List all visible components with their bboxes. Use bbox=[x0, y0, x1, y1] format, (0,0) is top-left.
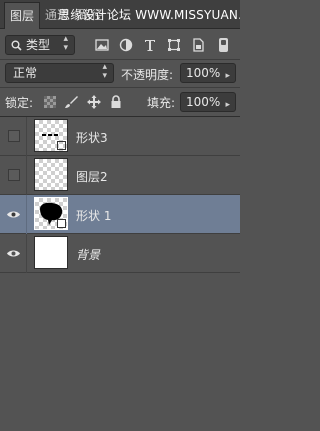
layer-thumbnail bbox=[34, 119, 68, 152]
layer-row-background[interactable]: 背景 bbox=[0, 234, 240, 273]
opacity-label: 不透明度: bbox=[121, 68, 174, 82]
image-filter-icon[interactable] bbox=[94, 37, 110, 53]
layers-empty-area bbox=[0, 275, 240, 431]
filter-kind-dropdown[interactable]: 类型 ▴ ▾ bbox=[5, 35, 75, 55]
visibility-toggle[interactable] bbox=[0, 234, 27, 273]
smartobject-filter-icon[interactable] bbox=[190, 37, 206, 53]
layer-row-shape3[interactable]: 形状3 bbox=[0, 117, 240, 156]
search-icon bbox=[11, 40, 22, 51]
filter-row: 类型 ▴ ▾ bbox=[0, 29, 240, 59]
layer-name: 图层2 bbox=[76, 170, 108, 184]
layer-row-layer2[interactable]: 图层2 bbox=[0, 156, 240, 195]
layer-thumbnail bbox=[34, 236, 68, 269]
adjustment-filter-icon[interactable] bbox=[118, 37, 134, 53]
shape-layer-badge-icon bbox=[57, 219, 66, 228]
shape-filter-icon[interactable] bbox=[166, 37, 182, 53]
watermark-text: 思缘设计论坛 WWW.MISSYUAN.COM bbox=[58, 8, 240, 22]
blend-mode-dropdown[interactable]: 正常 ▴ ▾ bbox=[5, 63, 114, 83]
layer-name: 形状3 bbox=[76, 131, 108, 145]
blend-row: 正常 ▴ ▾ 不透明度: 100% ▸ bbox=[0, 60, 240, 87]
lock-position-move-icon[interactable] bbox=[86, 94, 102, 110]
visibility-toggle[interactable] bbox=[0, 156, 27, 195]
opacity-input[interactable]: 100% ▸ bbox=[180, 63, 236, 83]
lock-row: 锁定: 填充: 100% ▸ bbox=[0, 88, 240, 116]
tab-layers[interactable]: 图层 bbox=[4, 2, 40, 29]
visibility-off-box-icon bbox=[8, 130, 20, 142]
chevron-updown-icon: ▴ ▾ bbox=[63, 34, 68, 53]
chevron-right-icon: ▸ bbox=[225, 100, 230, 110]
layer-thumbnail bbox=[34, 197, 68, 230]
panel-tabbar: 图层 通道 路径 思缘设计论坛 WWW.MISSYUAN.COM bbox=[0, 0, 240, 29]
shape-layer-badge-icon bbox=[57, 141, 66, 150]
filter-toggle-icon[interactable] bbox=[219, 38, 228, 52]
layer-thumbnail bbox=[34, 158, 68, 191]
opacity-value: 100% bbox=[186, 66, 221, 80]
eye-icon bbox=[7, 250, 20, 257]
visibility-off-box-icon bbox=[8, 169, 20, 181]
fill-input[interactable]: 100% ▸ bbox=[180, 92, 236, 112]
visibility-toggle[interactable] bbox=[0, 195, 27, 234]
filter-kind-label: 类型 bbox=[26, 38, 51, 52]
lock-label: 锁定: bbox=[5, 96, 34, 110]
type-filter-icon[interactable] bbox=[142, 37, 158, 53]
fill-value: 100% bbox=[186, 95, 221, 109]
lock-paint-brush-icon[interactable] bbox=[63, 94, 79, 110]
lock-all-padlock-icon[interactable] bbox=[108, 94, 124, 110]
fill-label: 填充: bbox=[147, 96, 176, 110]
eye-icon bbox=[7, 211, 20, 218]
layer-row-shape1[interactable]: 形状 1 bbox=[0, 195, 240, 234]
layer-name: 形状 1 bbox=[76, 209, 112, 223]
blend-mode-value: 正常 bbox=[13, 66, 38, 80]
layer-name: 背景 bbox=[76, 248, 101, 262]
chevron-updown-icon: ▴ ▾ bbox=[102, 62, 107, 81]
lock-transparent-icon[interactable] bbox=[44, 96, 56, 108]
visibility-toggle[interactable] bbox=[0, 117, 27, 156]
chevron-right-icon: ▸ bbox=[225, 71, 230, 81]
